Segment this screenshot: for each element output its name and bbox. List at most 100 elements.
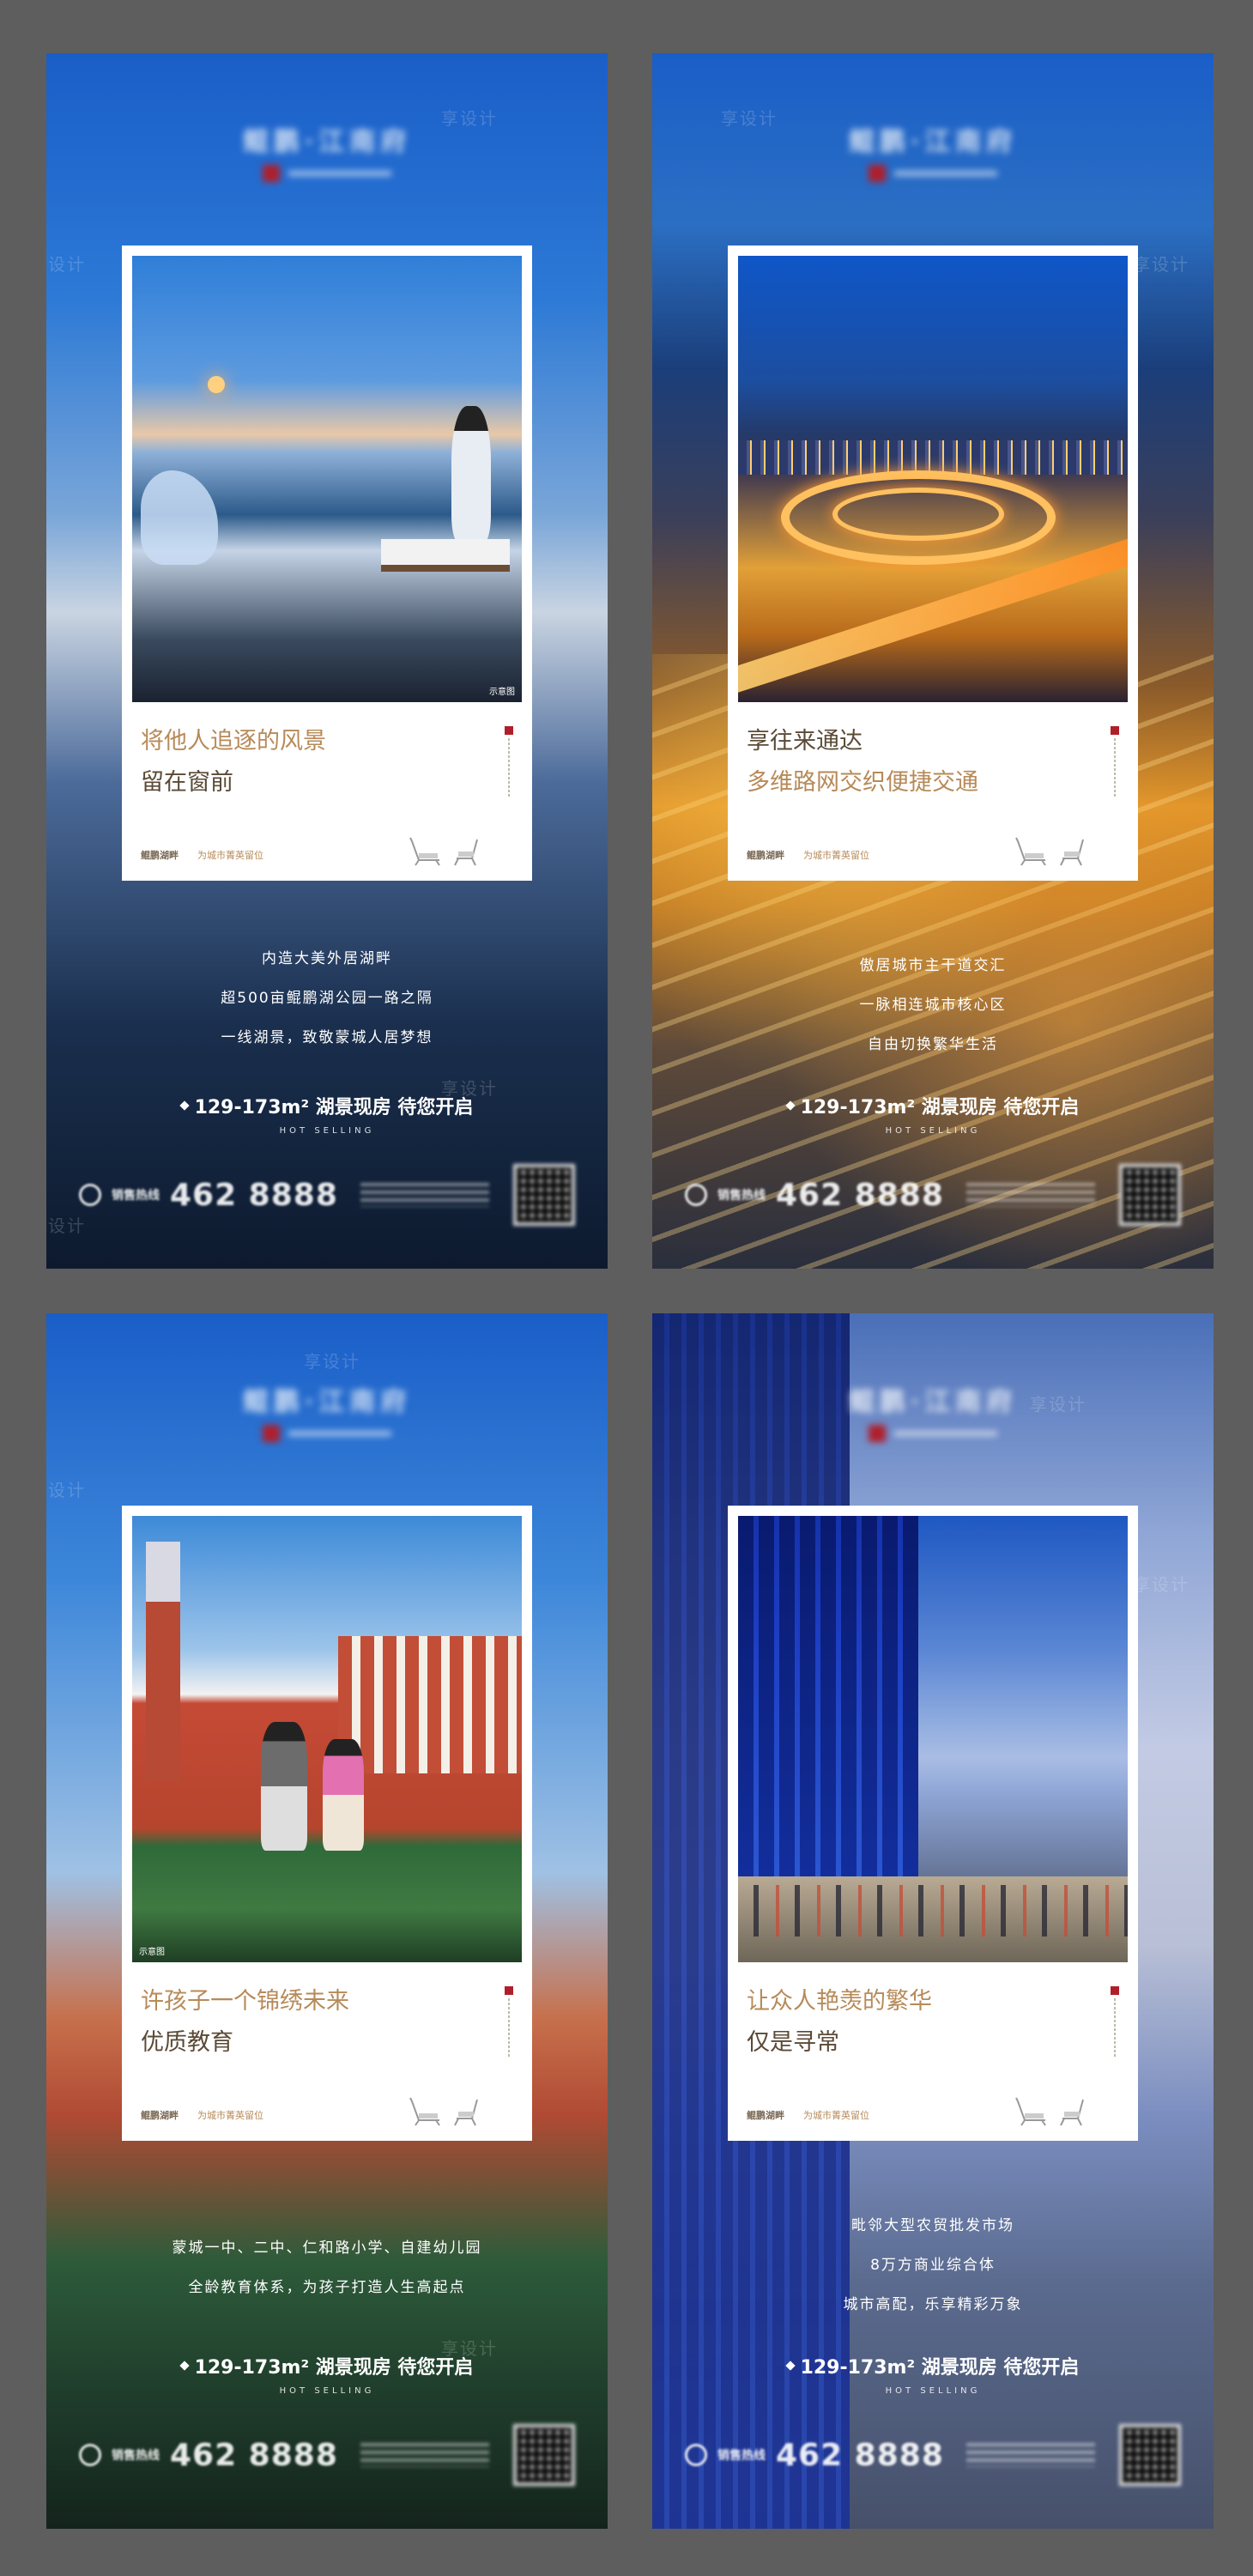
phone-prefix: 销售热线 (112, 2449, 160, 2463)
promo-block: 129-173m² 湖景现房 待您开启 HOT SELLING (652, 1092, 1214, 1136)
brand-name: 鲲鹏湖畔 (747, 2110, 784, 2121)
brand-name: 鲲鹏湖畔 (141, 2110, 179, 2121)
project-logo: 鲲鹏·江南府 (652, 1380, 1214, 1442)
promo-text: 129-173m² 湖景现房 待您开启 (800, 2357, 1080, 2379)
body-copy: 内造大美外居湖畔 超500亩鲲鹏湖公园一路之隔 一线湖景，致敬蒙城人居梦想 (46, 939, 608, 1058)
phone-prefix: 销售热线 (717, 2449, 766, 2463)
body-line: 一脉相连城市核心区 (859, 997, 1007, 1014)
seal-icon (263, 165, 280, 182)
deer-sculpture (141, 470, 218, 565)
chair-icon (409, 2097, 440, 2126)
crowd (738, 1885, 1128, 1937)
vertical-seal-mark (1111, 726, 1119, 803)
sunset-sun (208, 376, 225, 393)
chair-icon (454, 2099, 478, 2126)
promo-block: 129-173m² 湖景现房 待您开启 HOT SELLING (652, 2352, 1214, 2396)
contact-bar: 销售热线 462 8888 (685, 1162, 1181, 1227)
body-line: 城市高配，乐享精彩万象 (843, 2296, 1023, 2313)
seal-icon (263, 1425, 280, 1442)
vertical-seal-mark (505, 726, 513, 803)
contact-bar: 销售热线 462 8888 (685, 2422, 1181, 2488)
promo-block: 129-173m² 湖景现房 待您开启 HOT SELLING (46, 1092, 608, 1136)
body-line: 超500亩鲲鹏湖公园一路之隔 (221, 990, 433, 1007)
chair-icon (454, 839, 478, 866)
qr-code (513, 2424, 575, 2486)
hot-selling: HOT SELLING (279, 1126, 375, 1136)
qr-code (1119, 1164, 1181, 1226)
watermark: 享设计 (1133, 1574, 1189, 1595)
phone-number: 462 8888 (170, 1177, 338, 1213)
lounge-chair (381, 539, 510, 565)
woman-figure (451, 406, 491, 543)
phone-number: 462 8888 (170, 2437, 338, 2473)
phone-icon (685, 1184, 707, 1206)
logo-text: 鲲鹏·江南府 (848, 1387, 1018, 1417)
shopping-district-photo (738, 1516, 1128, 1962)
headline-line1: 许孩子一个锦绣未来 (141, 1988, 349, 2015)
contact-bar: 销售热线 462 8888 (79, 2422, 575, 2488)
project-logo: 鲲鹏·江南府 (652, 120, 1214, 182)
phone-icon (79, 2444, 101, 2466)
address-text-blurred (965, 2443, 1095, 2467)
watermark: 享设计 (46, 254, 86, 275)
logo-text: 鲲鹏·江南府 (242, 1387, 412, 1417)
address-text-blurred (360, 1183, 489, 1207)
poster-education: 享设计 享设计 享设计 鲲鹏·江南府 示意图 许孩子一个锦绣未来 优质教育 鲲鹏… (46, 1313, 608, 2529)
poster-lake-view: 享设计 享设计 享设计 享设计 鲲鹏·江南府 示意图 将他人追逐的风景 留在窗前… (46, 53, 608, 1269)
phone-icon (685, 2444, 707, 2466)
phone-icon (79, 1184, 101, 1206)
body-line: 一线湖景，致敬蒙城人居梦想 (221, 1029, 433, 1046)
body-copy: 毗邻大型农贸批发市场 8万方商业综合体 城市高配，乐享精彩万象 (652, 2206, 1214, 2324)
diamond-icon (179, 1100, 190, 1111)
diamond-icon (784, 2361, 796, 2371)
address-text-blurred (360, 2443, 489, 2467)
phone-prefix: 销售热线 (112, 1189, 160, 1203)
brand-slogan: 为城市菁英留位 (197, 2110, 263, 2121)
phone-prefix: 销售热线 (717, 1189, 766, 1203)
phone-number: 462 8888 (776, 1177, 944, 1213)
vertical-seal-mark (1111, 1986, 1119, 2064)
qr-code (1119, 2424, 1181, 2486)
chair-icon (1060, 839, 1084, 866)
hot-selling: HOT SELLING (885, 1126, 981, 1136)
body-copy: 蒙城一中、二中、仁和路小学、自建幼儿园 全龄教育体系，为孩子打造人生高起点 (46, 2228, 608, 2307)
poster-commerce: 享设计 享设计 鲲鹏·江南府 让众人艳羡的繁华 仅是寻常 鲲鹏湖畔 为城市菁英留… (652, 1313, 1214, 2529)
logo-subline (288, 1431, 391, 1436)
qr-code (513, 1164, 575, 1226)
body-line: 蒙城一中、二中、仁和路小学、自建幼儿园 (172, 2240, 482, 2257)
headline-line2: 多维路网交织便捷交通 (747, 769, 978, 796)
feature-card: 让众人艳羡的繁华 仅是寻常 鲲鹏湖畔 为城市菁英留位 (728, 1506, 1138, 2141)
brand-slogan: 为城市菁英留位 (803, 850, 869, 861)
child-figure (323, 1739, 364, 1851)
chair-icon (1015, 837, 1046, 866)
headline-line2: 留在窗前 (141, 769, 233, 796)
logo-text: 鲲鹏·江南府 (242, 127, 412, 157)
diamond-icon (179, 2361, 190, 2371)
interchange-photo (738, 256, 1128, 702)
hot-selling: HOT SELLING (279, 2386, 375, 2396)
promo-text: 129-173m² 湖景现房 待您开启 (194, 1097, 474, 1118)
chair-icon (1015, 2097, 1046, 2126)
headline-line1: 将他人追逐的风景 (141, 728, 326, 755)
logo-subline (288, 171, 391, 176)
headline-line1: 让众人艳羡的繁华 (747, 1988, 932, 2015)
logo-subline (894, 171, 997, 176)
headline-line1: 享往来通达 (747, 728, 863, 755)
brand-name: 鲲鹏湖畔 (747, 850, 784, 861)
feature-card: 示意图 许孩子一个锦绣未来 优质教育 鲲鹏湖畔 为城市菁英留位 (122, 1506, 532, 2141)
headline-line2: 仅是寻常 (747, 2029, 839, 2056)
chair-icon (1060, 2099, 1084, 2126)
promo-block: 129-173m² 湖景现房 待您开启 HOT SELLING (46, 2352, 608, 2396)
headline-line2: 优质教育 (141, 2029, 233, 2056)
watermark: 享设计 (1133, 254, 1189, 275)
school-photo: 示意图 (132, 1516, 522, 1962)
logo-subline (894, 1431, 997, 1436)
watermark: 享设计 (46, 1480, 86, 1500)
ramp-ring-inner (832, 488, 1004, 541)
clock-tower (146, 1542, 180, 1782)
promo-text: 129-173m² 湖景现房 待您开启 (194, 2357, 474, 2379)
brand-slogan: 为城市菁英留位 (803, 2110, 869, 2121)
body-copy: 傲居城市主干道交汇 一脉相连城市核心区 自由切换繁华生活 (652, 946, 1214, 1064)
seal-icon (869, 165, 886, 182)
phone-number: 462 8888 (776, 2437, 944, 2473)
